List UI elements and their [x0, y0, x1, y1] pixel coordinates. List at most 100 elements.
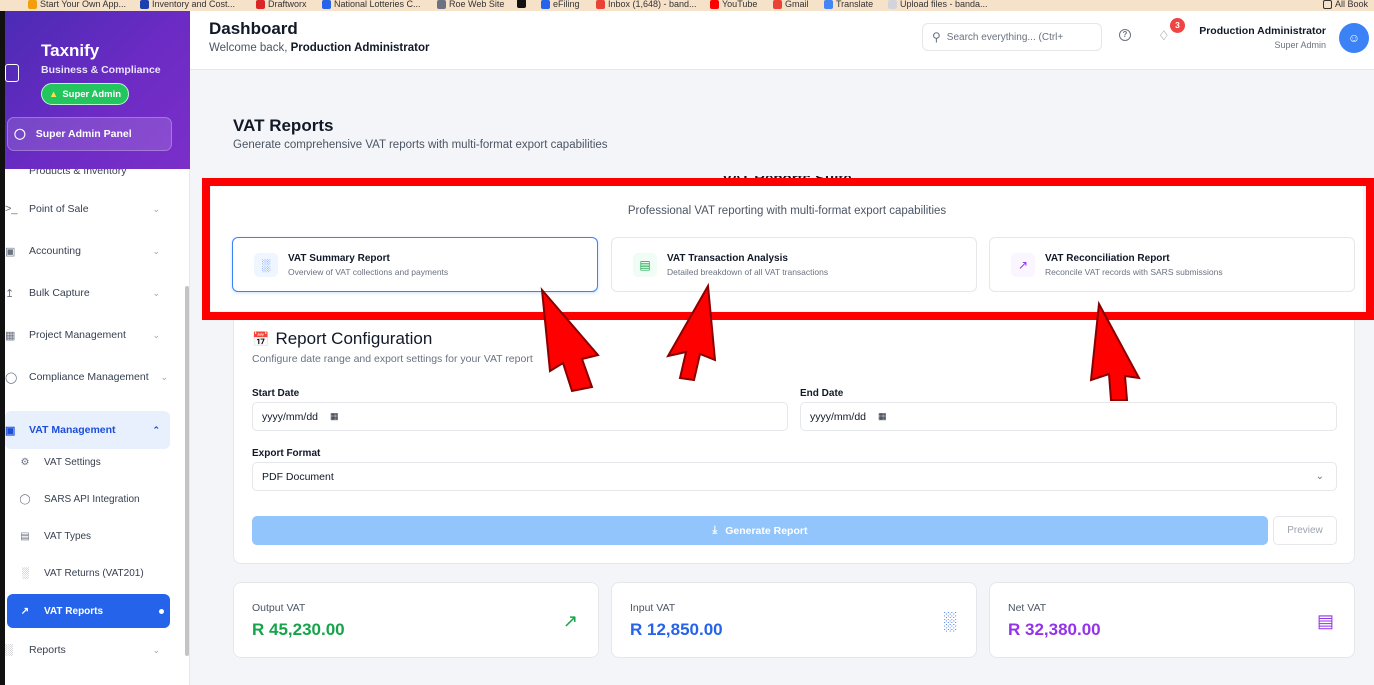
bar-chart-icon: ░	[5, 644, 13, 656]
calculator-icon: ▣	[5, 245, 16, 258]
stat-card-input-vat: Input VAT R 12,850.00 ░	[611, 582, 977, 658]
sidebar-subitem-sars-api[interactable]: ◯ SARS API Integration	[17, 484, 170, 514]
export-format-label: Export Format	[252, 448, 321, 459]
vat-reports-suite: VAT Reports Suite Professional VAT repor…	[211, 176, 1363, 311]
chevron-down-icon: ⌄	[152, 329, 160, 340]
sidebar-item-reports[interactable]: ░ Reports ⌄	[5, 634, 170, 666]
gear-icon: ⚙	[20, 456, 30, 468]
sidebar-item-compliance-management[interactable]: ◯ Compliance Management ⌄	[5, 361, 170, 393]
calendar-icon: ▦	[878, 411, 887, 421]
sidebar-item-project-management[interactable]: ▦ Project Management ⌄	[5, 319, 170, 351]
bookmark[interactable]: Draftworx	[256, 0, 307, 9]
bookmark-icon	[541, 0, 550, 9]
sidebar-subitem-vat-reports[interactable]: ↗ VAT Reports	[7, 594, 170, 628]
help-icon[interactable]: ?	[1119, 29, 1131, 41]
brand-subtitle: Business & Compliance	[41, 64, 161, 76]
user-avatar[interactable]: ☺	[1339, 23, 1369, 53]
sidebar-subitem-vat-settings[interactable]: ⚙ VAT Settings	[17, 447, 170, 477]
bookmark-icon	[322, 0, 331, 9]
report-card-reconciliation[interactable]: ↗ VAT Reconciliation Report Reconcile VAT…	[989, 237, 1355, 292]
trending-up-icon: ↗	[1011, 252, 1035, 277]
crown-icon: ▲	[48, 88, 59, 100]
preview-button[interactable]: Preview	[1273, 516, 1337, 545]
bookmark-icon	[437, 0, 446, 9]
config-title: 📅 Report Configuration	[252, 329, 433, 348]
sidebar-scrollbar[interactable]	[185, 286, 189, 656]
building-icon: ▦	[5, 329, 16, 342]
active-dot	[159, 608, 164, 614]
end-date-input[interactable]: yyyy/mm/dd ▦	[800, 402, 1337, 431]
bookmark[interactable]: Upload files - banda...	[888, 0, 988, 9]
trending-up-icon: ↗	[20, 605, 30, 617]
stat-card-net-vat: Net VAT R 32,380.00 ▤	[989, 582, 1355, 658]
shield-icon: ◯	[19, 493, 31, 505]
folder-icon	[1323, 0, 1332, 9]
top-header: Dashboard Welcome back, Production Admin…	[190, 11, 1374, 70]
page-title: Dashboard	[209, 19, 298, 38]
welcome-text: Welcome back, Production Administrator	[209, 42, 430, 54]
globe-icon	[517, 0, 526, 8]
vat-reports-subtitle: Generate comprehensive VAT reports with …	[233, 139, 608, 151]
bookmark[interactable]: Translate	[824, 0, 873, 9]
sidebar: Taxnify Business & Compliance ▲ Super Adm…	[5, 11, 190, 685]
suite-subtitle: Professional VAT reporting with multi-fo…	[627, 205, 947, 217]
sidebar-item-accounting[interactable]: ▣ Accounting ⌄	[5, 235, 170, 267]
sidebar-item-products[interactable]: Products & Inventory	[5, 169, 170, 179]
shield-icon: ◯	[14, 128, 26, 140]
export-format-select[interactable]: PDF Document ⌄	[252, 462, 1337, 491]
search-input[interactable]: ⚲ Search everything... (Ctrl+	[922, 23, 1102, 51]
suite-title: VAT Reports Suite	[722, 176, 852, 187]
bookmark-icon	[140, 0, 149, 9]
sidebar-item-point-of-sale[interactable]: >_ Point of Sale ⌄	[5, 193, 170, 225]
chevron-down-icon: ⌄	[160, 371, 168, 382]
download-icon: ⤓	[712, 524, 718, 536]
bookmark-icon	[888, 0, 897, 9]
bookmark-icon	[28, 0, 37, 9]
document-icon: ▤	[633, 252, 657, 277]
sidebar-item-bulk-capture[interactable]: ↥ Bulk Capture ⌄	[5, 277, 170, 309]
terminal-icon: >_	[5, 203, 18, 215]
report-card-summary[interactable]: ░ VAT Summary Report Overview of VAT coll…	[232, 237, 598, 292]
brand-title: Taxnify	[41, 41, 100, 60]
bookmark[interactable]: Roe Web Site	[437, 0, 504, 9]
annotation-arrow-2	[666, 282, 717, 382]
sidebar-item-vat-management[interactable]: ▣ VAT Management ⌃	[5, 411, 170, 449]
annotation-arrow-1	[540, 286, 600, 393]
bookmark[interactable]: eFiling	[541, 0, 580, 9]
stat-card-output-vat: Output VAT R 45,230.00 ↗	[233, 582, 599, 658]
chevron-up-icon: ⌃	[152, 424, 160, 435]
bookmark[interactable]: Start Your Own App...	[28, 0, 126, 9]
report-configuration-card: 📅 Report Configuration Configure date ra…	[233, 320, 1355, 564]
super-admin-panel-button[interactable]: ◯ Super Admin Panel	[7, 117, 172, 151]
chevron-down-icon: ⌄	[152, 203, 160, 214]
user-icon: ☺	[1347, 31, 1361, 45]
bookmark[interactable]	[517, 0, 526, 8]
shield-icon: ◯	[5, 371, 18, 384]
bar-chart-icon: ░	[943, 611, 956, 631]
generate-report-button[interactable]: ⤓ Generate Report	[252, 516, 1268, 545]
user-name: Production Administrator	[1199, 25, 1326, 37]
bookmark[interactable]: National Lotteries C...	[322, 0, 421, 9]
sidebar-subitem-vat-types[interactable]: ▤ VAT Types	[17, 521, 170, 551]
gmail-icon	[596, 0, 605, 9]
bookmark[interactable]: Gmail	[773, 0, 809, 9]
bookmark-icon	[256, 0, 265, 9]
bookmark[interactable]: Inbox (1,648) - band...	[596, 0, 697, 9]
receipt-icon: ▣	[5, 424, 16, 437]
vat-reports-title: VAT Reports	[233, 116, 334, 135]
upload-icon: ↥	[5, 287, 15, 300]
sidebar-subitem-vat-returns[interactable]: ░ VAT Returns (VAT201)	[17, 558, 170, 588]
translate-icon	[824, 0, 833, 9]
all-bookmarks[interactable]: All Book	[1323, 0, 1368, 9]
bell-icon[interactable]: ♢	[1158, 28, 1170, 44]
search-icon: ⚲	[932, 30, 941, 44]
chevron-down-icon: ⌄	[1315, 471, 1324, 482]
bookmark[interactable]: Inventory and Cost...	[140, 0, 235, 9]
annotation-arrow-3	[1089, 300, 1141, 401]
start-date-input[interactable]: yyyy/mm/dd ▦	[252, 402, 788, 431]
bookmarks-bar: Start Your Own App... Inventory and Cost…	[0, 0, 1374, 11]
bar-chart-icon: ░	[254, 252, 278, 277]
bar-chart-icon: ░	[21, 567, 29, 579]
bookmark[interactable]: YouTube	[710, 0, 757, 9]
super-admin-badge: ▲ Super Admin	[41, 83, 129, 105]
